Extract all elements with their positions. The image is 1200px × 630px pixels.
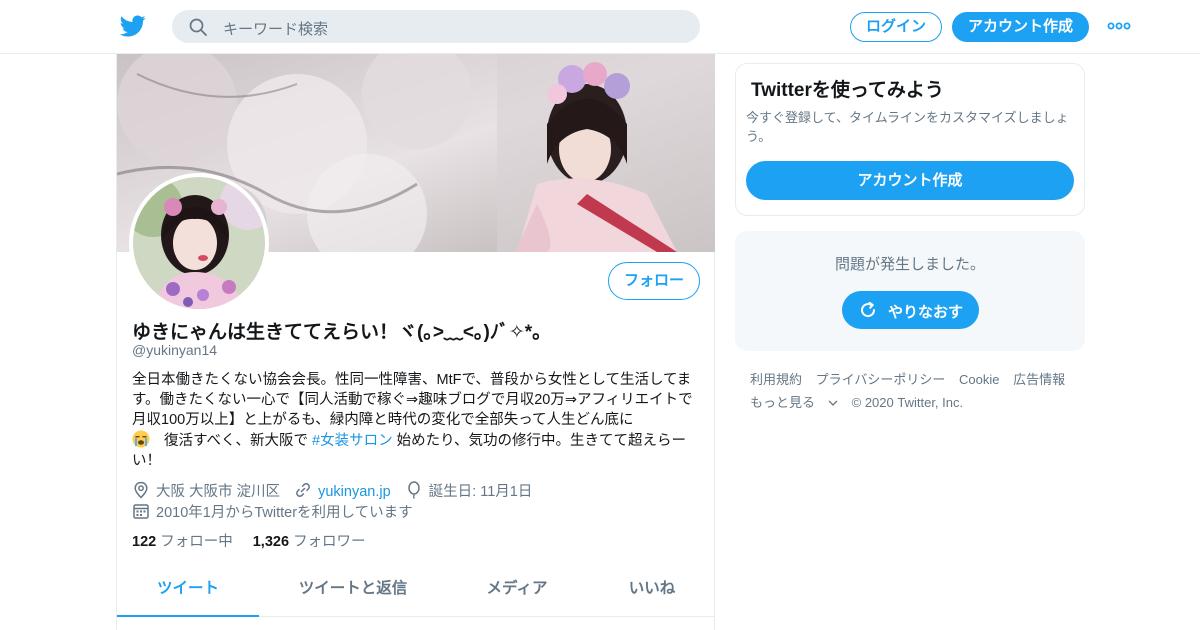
- profile-meta-row: 大阪 大阪市 淀川区 yukinyan.jp 誕生日: 11月1日: [132, 480, 532, 500]
- tab-tweets[interactable]: ツイート: [117, 567, 259, 617]
- retry-button[interactable]: やりなおす: [842, 291, 979, 329]
- profile-handle[interactable]: @yukinyan14: [132, 342, 217, 358]
- tab-likes[interactable]: いいね: [607, 567, 697, 617]
- profile-tabs: ツイート ツイートと返信 メディア いいね: [117, 567, 715, 617]
- followers-link[interactable]: 1,326 フォロワー: [253, 534, 366, 550]
- tab-media[interactable]: メディア: [462, 567, 572, 617]
- following-link[interactable]: 122 フォロー中: [132, 534, 233, 550]
- footer-copyright: © 2020 Twitter, Inc.: [851, 395, 964, 410]
- profile-joined: 2010年1月からTwitterを利用しています: [132, 501, 413, 521]
- retry-label: やりなおす: [888, 304, 964, 321]
- search-bar[interactable]: キーワード検索: [172, 10, 700, 43]
- signup-card-title: Twitterを使ってみよう: [751, 80, 944, 101]
- error-card: 問題が発生しました。 やりなおす: [735, 231, 1085, 351]
- footer-link-ads[interactable]: 広告情報: [1013, 372, 1065, 387]
- bio-hashtag-link[interactable]: #女装サロン: [312, 433, 393, 449]
- profile-stats: 122 フォロー中 1,326 フォロワー: [132, 530, 366, 551]
- profile-column: フォロー ゆきにゃんは生きててえらい！ヾ(｡>﹏<｡)ﾉﾞ✧*。 @yukiny…: [116, 54, 715, 630]
- signup-card-description: 今すぐ登録して、タイムラインをカスタマイズしましょう。: [746, 110, 1069, 144]
- more-dots-icon[interactable]: [1106, 18, 1132, 34]
- twitter-bird-icon[interactable]: [120, 13, 146, 39]
- top-bar: キーワード検索 ログイン アカウント作成: [0, 0, 1200, 54]
- footer-link-terms[interactable]: 利用規約: [750, 372, 802, 387]
- search-input[interactable]: キーワード検索: [223, 18, 328, 39]
- link-icon: [296, 483, 311, 497]
- crying-face-emoji: [132, 430, 150, 448]
- footer-link-privacy[interactable]: プライバシーポリシー: [816, 372, 946, 387]
- profile-location: 大阪 大阪市 淀川区: [132, 480, 280, 501]
- bio-text: 全日本働きたくない協会会長。性同一性障害、MtFで、普段から女性として生活してま…: [132, 372, 693, 428]
- signup-button[interactable]: アカウント作成: [952, 12, 1089, 42]
- profile-display-name: ゆきにゃんは生きててえらい！ヾ(｡>﹏<｡)ﾉﾞ✧*。: [132, 322, 552, 343]
- calendar-icon: [133, 504, 149, 519]
- profile-birthday: 誕生日: 11月1日: [405, 480, 532, 501]
- balloon-icon: [407, 481, 420, 499]
- error-message: 問題が発生しました。: [834, 256, 985, 273]
- avatar[interactable]: [129, 173, 269, 313]
- footer-link-more[interactable]: もっと見る: [750, 395, 838, 410]
- follow-button[interactable]: フォロー: [608, 262, 700, 300]
- search-icon: [189, 18, 207, 36]
- footer-links: 利用規約 プライバシーポリシー Cookie 広告情報 もっと見る © 2020…: [750, 368, 1080, 414]
- profile-website[interactable]: yukinyan.jp: [294, 481, 391, 500]
- signup-card: Twitterを使ってみよう 今すぐ登録して、タイムラインをカスタマイズしましょ…: [735, 63, 1085, 216]
- tab-tweets-and-replies[interactable]: ツイートと返信: [279, 567, 427, 617]
- footer-link-cookie[interactable]: Cookie: [959, 372, 999, 387]
- profile-bio: 全日本働きたくない協会会長。性同一性障害、MtFで、普段から女性として生活してま…: [132, 370, 704, 471]
- signup-card-button[interactable]: アカウント作成: [746, 161, 1074, 200]
- location-pin-icon: [134, 481, 148, 499]
- refresh-icon: [861, 301, 876, 318]
- login-button[interactable]: ログイン: [850, 12, 942, 42]
- bio-text: 復活すべく、新大阪で: [164, 433, 313, 449]
- chevron-down-icon: [828, 400, 838, 406]
